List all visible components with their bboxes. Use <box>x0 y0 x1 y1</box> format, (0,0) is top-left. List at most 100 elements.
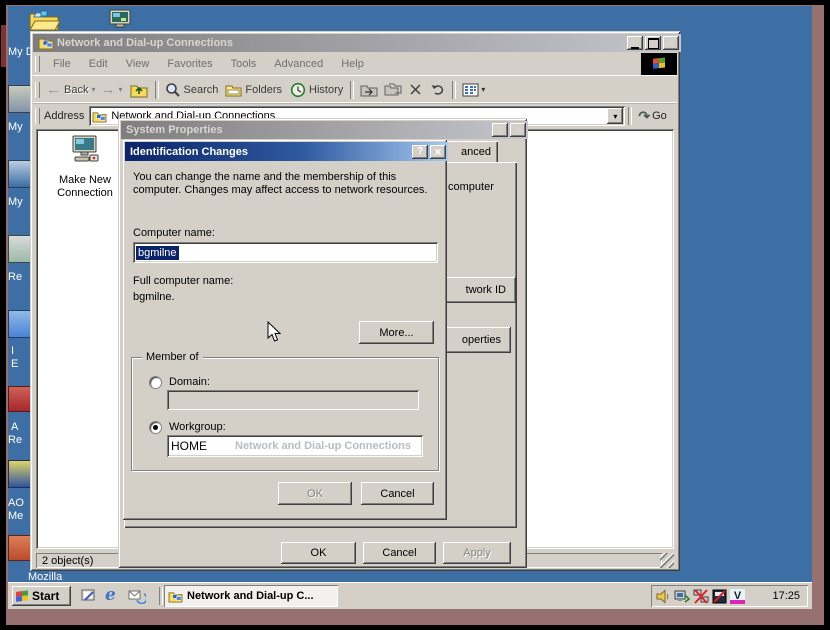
cancel-label: Cancel <box>382 547 416 559</box>
identification-titlebar[interactable]: Identification Changes ? × <box>125 142 448 161</box>
history-icon <box>290 82 306 98</box>
addressbar-grip[interactable] <box>35 108 40 124</box>
volume-icon[interactable] <box>656 589 671 604</box>
folders-icon <box>225 83 242 97</box>
move-to-button[interactable] <box>357 83 381 97</box>
history-button[interactable]: History <box>286 82 347 98</box>
desktop-icon-sliver[interactable] <box>8 386 32 412</box>
resize-grip[interactable] <box>660 553 674 568</box>
menu-help[interactable]: Help <box>332 58 373 70</box>
clock[interactable]: 17:25 <box>772 590 800 602</box>
ok-button[interactable]: OK <box>281 542 356 564</box>
desktop-icon-label-fragment[interactable]: AO <box>8 497 24 509</box>
system-properties-titlebar[interactable]: System Properties ? × <box>121 121 528 139</box>
bezel-red-streak <box>1 25 6 67</box>
help-button[interactable]: ? <box>412 145 428 159</box>
domain-label[interactable]: Domain: <box>169 376 210 388</box>
views-dropdown-icon[interactable]: ▾ <box>481 85 485 94</box>
forward-dropdown-icon[interactable]: ▾ <box>118 85 122 94</box>
back-dropdown-icon[interactable]: ▾ <box>91 85 95 94</box>
start-button[interactable]: Start <box>12 586 71 606</box>
history-label: History <box>309 84 343 96</box>
close-button[interactable]: × <box>510 123 526 137</box>
desktop-icon-label-fragment[interactable]: E <box>11 358 18 370</box>
desktop-icon-label-fragment[interactable]: A <box>11 421 18 433</box>
menu-view[interactable]: View <box>117 58 159 70</box>
forward-button[interactable]: → ▾ <box>97 81 125 98</box>
domain-radio[interactable] <box>150 377 161 388</box>
tab-advanced-label: anced <box>461 146 491 158</box>
more-button[interactable]: More... <box>359 321 434 344</box>
go-button[interactable]: ↷ Go <box>635 108 669 125</box>
quicklaunch-outlook-express[interactable] <box>128 587 146 604</box>
virus-scan-icon[interactable]: V <box>730 589 745 604</box>
mouse-cursor <box>267 321 281 343</box>
minimize-button[interactable] <box>627 36 643 50</box>
up-button[interactable] <box>126 82 152 98</box>
desktop-icon-label-fragment[interactable]: I <box>11 345 14 357</box>
ok-button[interactable]: OK <box>278 482 352 505</box>
quicklaunch-show-desktop[interactable] <box>80 587 97 604</box>
desktop-icon-my-computer[interactable] <box>108 8 134 31</box>
apply-button[interactable]: Apply <box>443 542 511 564</box>
network-window-titlebar[interactable]: Network and Dial-up Connections × <box>33 34 681 52</box>
network-folder-icon <box>38 36 54 50</box>
make-new-connection-label: Make New Connection <box>50 174 120 200</box>
computer-name-input[interactable]: bgmilne <box>133 242 438 263</box>
quicklaunch-internet-explorer[interactable]: e <box>105 585 116 605</box>
back-button[interactable]: ← Back ▾ <box>44 81 97 98</box>
address-dropdown-button[interactable]: ▾ <box>607 108 623 124</box>
desktop-icon-sliver[interactable] <box>8 235 32 263</box>
menu-favorites[interactable]: Favorites <box>158 58 221 70</box>
chevron-down-icon: ▾ <box>613 112 617 121</box>
desktop-icon-label-fragment[interactable]: My <box>8 196 23 208</box>
task-button-network-connections[interactable]: Network and Dial-up C... <box>164 585 338 607</box>
search-button[interactable]: Search <box>162 82 222 98</box>
make-new-connection-item[interactable]: Make New Connection <box>50 131 120 200</box>
desktop-icon-sliver[interactable] <box>8 310 32 338</box>
desktop-icon-sliver[interactable] <box>8 460 32 488</box>
menu-advanced[interactable]: Advanced <box>265 58 332 70</box>
desktop-icon-label-fragment[interactable]: Re <box>8 271 22 283</box>
close-icon: × <box>667 36 674 50</box>
folders-label: Folders <box>245 84 282 96</box>
desktop-icon-my-documents[interactable] <box>28 8 60 32</box>
display-settings-icon[interactable] <box>674 589 690 604</box>
copy-to-button[interactable] <box>381 83 405 97</box>
properties-label-fragment: operties <box>462 334 501 346</box>
help-button[interactable]: ? <box>492 123 508 137</box>
close-button[interactable]: × <box>430 145 446 159</box>
menubar-grip[interactable] <box>35 56 40 72</box>
addressbar-separator <box>628 107 632 125</box>
undo-button[interactable] <box>426 83 449 96</box>
desktop-icon-label-fragment[interactable]: Me <box>8 510 23 522</box>
workgroup-input[interactable]: HOME Network and Dial-up Connections <box>167 435 423 457</box>
cancel-button[interactable]: Cancel <box>363 542 436 564</box>
workgroup-radio[interactable] <box>150 422 161 433</box>
cancel-button[interactable]: Cancel <box>361 482 434 505</box>
toolbar-grip[interactable] <box>35 82 40 98</box>
my-computer-icon <box>108 8 134 31</box>
maximize-icon <box>648 38 659 49</box>
tray-app-icon[interactable] <box>712 589 727 604</box>
go-label: Go <box>652 110 667 122</box>
network-disconnected-icon[interactable] <box>693 589 709 604</box>
domain-input[interactable] <box>167 390 419 410</box>
folders-button[interactable]: Folders <box>221 83 286 97</box>
views-button[interactable]: ▾ <box>459 83 488 97</box>
desktop-icon-sliver[interactable] <box>8 160 32 188</box>
close-button[interactable]: × <box>663 36 679 50</box>
maximize-button[interactable] <box>645 36 661 50</box>
menu-tools[interactable]: Tools <box>222 58 266 70</box>
menu-file[interactable]: File <box>44 58 80 70</box>
description-line1: You can change the name and the membersh… <box>133 171 435 184</box>
desktop-icon-label-fragment[interactable]: Re <box>8 434 22 446</box>
desktop-icon-label-fragment[interactable]: My <box>8 121 23 133</box>
workgroup-label[interactable]: Workgroup: <box>169 421 226 433</box>
desktop-icon-sliver[interactable] <box>8 535 32 561</box>
delete-button[interactable] <box>405 83 426 96</box>
menu-edit[interactable]: Edit <box>80 58 117 70</box>
desktop-icon-sliver[interactable] <box>8 85 32 113</box>
address-folder-icon <box>92 110 107 123</box>
apply-label: Apply <box>463 547 491 559</box>
